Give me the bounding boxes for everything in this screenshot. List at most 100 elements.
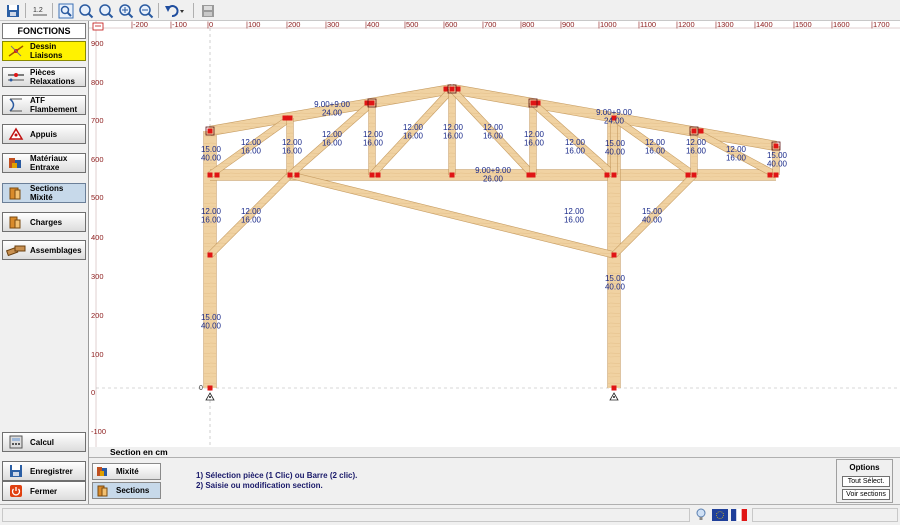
toolbar-separator: [193, 3, 194, 18]
top-ruler-label: |0: [207, 21, 213, 29]
node-marker[interactable]: [767, 172, 773, 178]
support-pin: [613, 396, 615, 398]
sidebar-item-sections-mixite[interactable]: Sections Mixité: [2, 183, 86, 203]
undo-icon[interactable]: [163, 2, 187, 19]
zoom-all-icon[interactable]: [117, 2, 135, 19]
enregistrer-button[interactable]: Enregistrer: [2, 461, 86, 481]
instruction-line-2: 2) Saisie ou modification section.: [196, 481, 323, 490]
sidebar-item-label: Dessin: [30, 42, 57, 51]
print-icon[interactable]: [199, 2, 217, 19]
save-icon[interactable]: [4, 2, 22, 19]
node-marker[interactable]: [691, 172, 697, 178]
pieces-icon: [5, 69, 27, 85]
calcul-label: Calcul: [30, 437, 55, 447]
node-marker[interactable]: [611, 172, 617, 178]
node-marker[interactable]: [207, 172, 213, 178]
sidebar-item-appuis[interactable]: Appuis: [2, 124, 86, 144]
node-marker[interactable]: [611, 252, 617, 258]
node-marker[interactable]: [449, 172, 455, 178]
lightbulb-icon[interactable]: [694, 508, 708, 522]
node-marker[interactable]: [611, 385, 617, 391]
truss-drawing[interactable]: |-200 |-100 |0 |100 |200 |300 |400 |500 |600 |700…: [89, 21, 900, 447]
node-marker[interactable]: [214, 172, 220, 178]
section-label: 15.00 40.00: [767, 151, 788, 169]
sidebar-item-materiaux-entraxe[interactable]: Matériaux Entraxe: [2, 153, 86, 173]
sidebar-item-label: ATF: [30, 96, 45, 105]
node-marker[interactable]: [287, 172, 293, 178]
instructions: 1) Sélection pièce (1 Clic) ou Barre (2 …: [196, 471, 357, 491]
sidebar-item-atf-flambement[interactable]: ATF Flambement: [2, 95, 86, 115]
section-label: 15.00 40.00: [201, 145, 222, 163]
enregistrer-label: Enregistrer: [30, 466, 73, 476]
node-marker[interactable]: [207, 128, 213, 134]
save-icon: [5, 463, 27, 479]
top-ruler-label: |100: [246, 21, 260, 29]
node-marker[interactable]: [773, 172, 779, 178]
top-ruler-label: |300: [325, 21, 339, 29]
support-pin: [209, 396, 211, 398]
node-marker[interactable]: [535, 100, 541, 106]
sections-icon: [5, 185, 27, 201]
node-marker[interactable]: [207, 252, 213, 258]
assemblies-icon: [5, 242, 27, 258]
node-marker[interactable]: [526, 172, 532, 178]
top-ruler-label: |1400: [754, 21, 773, 29]
top-ruler-label: |1200: [676, 21, 695, 29]
left-ruler-label: 800: [91, 78, 104, 87]
node-marker[interactable]: [698, 128, 704, 134]
node-marker[interactable]: [449, 86, 455, 92]
french-flag-icon[interactable]: [731, 509, 747, 521]
zoom-in-icon[interactable]: [77, 2, 95, 19]
sections-mode-button[interactable]: Sections: [92, 482, 161, 499]
top-ruler-label: |1000: [598, 21, 617, 29]
node-marker[interactable]: [369, 172, 375, 178]
mixite-icon: [96, 465, 112, 478]
status-cell: [2, 508, 690, 522]
node-marker[interactable]: [691, 128, 697, 134]
left-ruler-label: 500: [91, 193, 104, 202]
top-ruler-label: |1600: [831, 21, 850, 29]
node-marker[interactable]: [685, 172, 691, 178]
mixite-mode-button[interactable]: Mixité: [92, 463, 161, 480]
section-label: 12.00 16.00: [726, 145, 747, 163]
section-label: 15.00 40.00: [201, 313, 222, 331]
node-marker[interactable]: [604, 172, 610, 178]
eu-flag-icon[interactable]: [712, 509, 728, 521]
section-label: 12.00 16.00: [282, 138, 303, 156]
numbering-icon[interactable]: 1.2: [31, 2, 49, 19]
zoom-window-icon[interactable]: [57, 2, 75, 19]
node-marker[interactable]: [294, 172, 300, 178]
node-marker[interactable]: [282, 115, 288, 121]
sidebar-item-label: Matériaux: [30, 154, 68, 163]
sidebar-item-dessin-liaisons[interactable]: Dessin Liaisons: [2, 41, 86, 61]
node-marker[interactable]: [773, 143, 779, 149]
show-sections-button[interactable]: Voir sections: [842, 489, 890, 500]
sidebar-item-label: Liaisons: [30, 51, 63, 60]
sidebar-item-charges[interactable]: Charges: [2, 212, 86, 232]
select-all-button[interactable]: Tout Sélect.: [842, 476, 890, 487]
top-ruler-label: |600: [443, 21, 457, 29]
toolbar-separator: [158, 3, 159, 18]
fermer-button[interactable]: Fermer: [2, 481, 86, 501]
left-ruler-label: 200: [91, 311, 104, 320]
sidebar-item-assemblages[interactable]: Assemblages: [2, 240, 86, 260]
sidebar-item-pieces-relaxations[interactable]: Pièces Relaxations: [2, 67, 86, 87]
calcul-button[interactable]: Calcul: [2, 432, 86, 452]
left-ruler-label: 600: [91, 155, 104, 164]
node-marker[interactable]: [364, 100, 370, 106]
node-marker[interactable]: [207, 385, 213, 391]
node-marker[interactable]: [375, 172, 381, 178]
node-marker[interactable]: [530, 100, 536, 106]
section-label: 12.00 16.00: [645, 138, 666, 156]
node-marker[interactable]: [369, 100, 375, 106]
left-ruler-label: -100: [91, 427, 106, 436]
functions-sidebar: FONCTIONS Dessin Liaisons Pièces Relaxatio…: [0, 21, 89, 504]
top-ruler-label: |1100: [638, 21, 656, 29]
section-label: 12.00 16.00: [564, 207, 585, 225]
status-cell: [752, 508, 898, 522]
section-label: 9.00+9.00 26.00: [475, 166, 511, 184]
zoom-out-icon[interactable]: [97, 2, 115, 19]
node-marker[interactable]: [287, 115, 293, 121]
drawing-canvas[interactable]: |-200 |-100 |0 |100 |200 |300 |400 |500 |600 |700…: [89, 21, 900, 447]
zoom-previous-icon[interactable]: [137, 2, 155, 19]
